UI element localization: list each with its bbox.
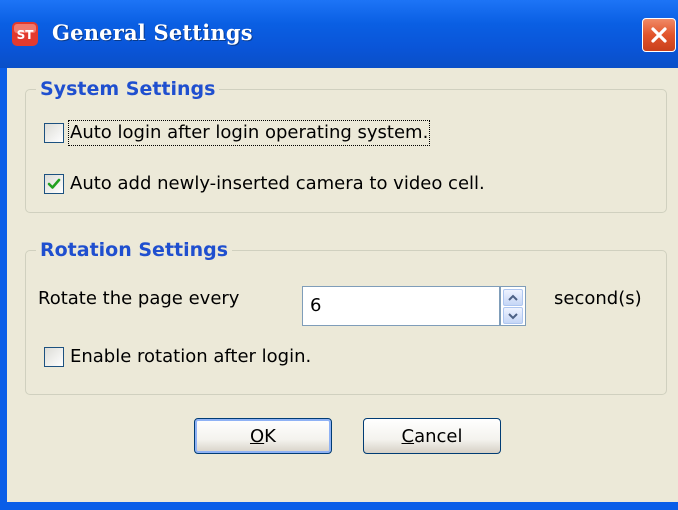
rotate-label: Rotate the page every [38, 288, 240, 309]
cancel-mnemonic: C [401, 425, 415, 447]
check-mark-icon [47, 178, 61, 189]
auto-add-camera-checkbox[interactable] [44, 174, 64, 194]
seconds-unit-label: second(s) [554, 288, 642, 309]
spin-up-button[interactable] [503, 289, 523, 306]
rotate-interval-input[interactable]: 6 [302, 286, 500, 326]
general-settings-window: ST General Settings System Settings Auto… [0, 0, 678, 510]
spin-down-button[interactable] [503, 307, 523, 324]
ok-label-rest: K [264, 425, 276, 447]
auto-add-camera-label[interactable]: Auto add newly-inserted camera to video … [70, 173, 485, 195]
window-bottom-border [0, 502, 678, 510]
auto-login-checkbox[interactable] [44, 123, 64, 143]
rotation-settings-group: Rotation Settings Rotate the page every … [25, 239, 667, 395]
rotation-settings-title: Rotation Settings [36, 239, 233, 261]
enable-rotation-checkbox[interactable] [44, 347, 64, 367]
close-icon [651, 27, 667, 43]
ok-mnemonic: O [250, 425, 265, 447]
system-settings-group: System Settings Auto login after login o… [25, 78, 667, 213]
chevron-up-icon [508, 294, 518, 301]
system-settings-title: System Settings [36, 78, 220, 100]
cancel-label-rest: ancel [414, 425, 463, 447]
close-button[interactable] [642, 18, 676, 52]
cancel-button[interactable]: Cancel [363, 418, 501, 454]
dialog-body: System Settings Auto login after login o… [7, 68, 678, 502]
title-bar[interactable]: ST General Settings [0, 0, 678, 68]
ok-button[interactable]: OK [194, 418, 332, 454]
app-icon: ST [12, 22, 38, 46]
chevron-down-icon [508, 312, 518, 319]
rotate-interval-spinner[interactable] [500, 286, 526, 326]
enable-rotation-label[interactable]: Enable rotation after login. [70, 346, 311, 368]
window-title: General Settings [52, 20, 253, 45]
svg-text:ST: ST [17, 28, 35, 42]
auto-login-label[interactable]: Auto login after login operating system. [67, 120, 431, 146]
